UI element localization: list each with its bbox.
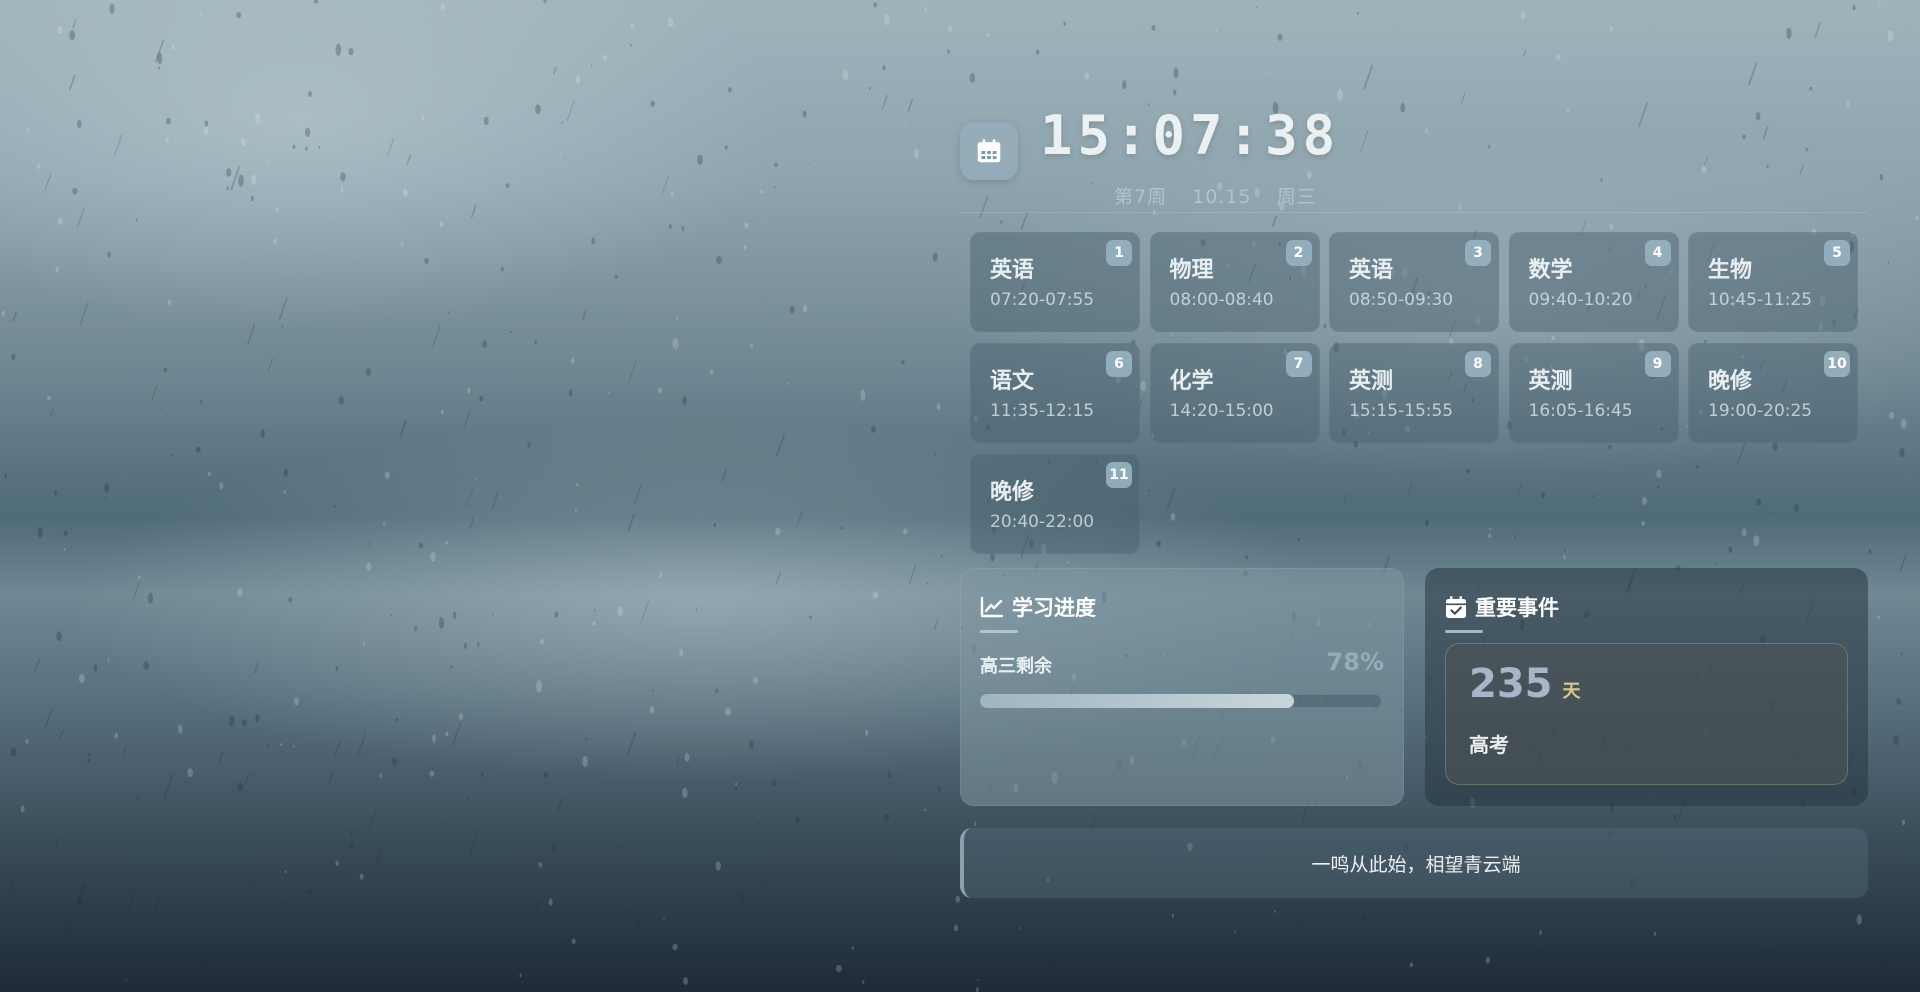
date-text: 10.15 — [1192, 186, 1252, 208]
events-card-title: 重要事件 — [1475, 596, 1559, 620]
line-chart-icon — [980, 596, 1004, 618]
calendar-icon — [977, 139, 1001, 163]
class-time: 10:45-11:25 — [1708, 290, 1813, 310]
class-time: 07:20-07:55 — [990, 290, 1095, 310]
class-index-badge: 8 — [1465, 351, 1491, 377]
class-index-badge: 4 — [1644, 240, 1671, 266]
class-subject: 晚修 — [1708, 369, 1753, 394]
class-card[interactable]: 英语 08:50-09:30 3 — [1329, 232, 1499, 332]
class-subject: 英语 — [1349, 258, 1394, 283]
class-subject: 英测 — [1528, 369, 1573, 394]
week-number: 第7周 — [1114, 186, 1168, 208]
class-card[interactable]: 物理 08:00-08:40 2 — [1149, 232, 1320, 332]
class-subject: 晚修 — [990, 480, 1035, 505]
class-index-badge: 3 — [1465, 240, 1491, 266]
class-subject: 英测 — [1349, 369, 1394, 394]
class-card[interactable]: 语文 11:35-12:15 6 — [970, 343, 1140, 443]
class-subject: 语文 — [990, 369, 1035, 394]
class-time: 16:05-16:45 — [1528, 401, 1633, 421]
desktop-background: 15:07:38 第7周 10.15 周三 英语 07:20-07:55 1 物… — [0, 0, 1920, 992]
class-time: 11:35-12:15 — [990, 401, 1095, 421]
calendar-check-icon — [1446, 596, 1466, 618]
class-index-badge: 9 — [1644, 351, 1671, 377]
header-divider — [958, 212, 1868, 213]
class-card[interactable]: 晚修 19:00-20:25 10 — [1688, 343, 1858, 443]
class-card[interactable]: 英测 15:15-15:55 8 — [1329, 343, 1499, 443]
class-time: 15:15-15:55 — [1349, 401, 1454, 421]
motto-bar: 一鸣从此始，相望青云端 — [960, 828, 1868, 898]
event-countdown: 235 天 — [1469, 661, 1581, 707]
calendar-button[interactable] — [960, 122, 1018, 180]
class-time: 14:20-15:00 — [1169, 401, 1274, 421]
event-days-unit: 天 — [1562, 681, 1581, 702]
progress-card-title: 学习进度 — [1012, 596, 1096, 620]
progress-percent: 78% — [1326, 648, 1384, 676]
class-index-badge: 6 — [1106, 351, 1132, 377]
class-subject: 英语 — [990, 258, 1035, 283]
events-card-header: 重要事件 — [1445, 592, 1559, 622]
class-index-badge: 10 — [1824, 351, 1850, 377]
date-line: 第7周 10.15 周三 — [1114, 182, 1335, 209]
clock-time: 15:07:38 — [1040, 104, 1341, 167]
events-title-underline — [1445, 630, 1483, 633]
progress-bar-fill — [980, 694, 1294, 708]
progress-title-underline — [980, 630, 1018, 633]
class-index-badge: 7 — [1285, 351, 1312, 377]
class-subject: 数学 — [1528, 258, 1573, 283]
important-events-card: 重要事件 235 天 高考 — [1425, 568, 1868, 806]
class-card[interactable]: 晚修 20:40-22:00 11 — [970, 454, 1140, 554]
class-index-badge: 11 — [1106, 462, 1132, 488]
class-card[interactable]: 数学 09:40-10:20 4 — [1508, 232, 1679, 332]
class-time: 20:40-22:00 — [990, 512, 1095, 532]
class-time: 08:00-08:40 — [1169, 290, 1274, 310]
class-card[interactable]: 化学 14:20-15:00 7 — [1149, 343, 1320, 443]
study-progress-card: 学习进度 高三剩余 78% — [960, 568, 1404, 806]
event-countdown-item[interactable]: 235 天 高考 — [1445, 643, 1848, 785]
event-days-count: 235 — [1469, 661, 1553, 707]
class-index-badge: 5 — [1824, 240, 1850, 266]
event-name: 高考 — [1469, 733, 1509, 757]
progress-label: 高三剩余 — [980, 656, 1052, 677]
class-time: 09:40-10:20 — [1528, 290, 1633, 310]
motto-text: 一鸣从此始，相望青云端 — [1311, 853, 1521, 876]
progress-card-header: 学习进度 — [980, 592, 1096, 622]
weekday-text: 周三 — [1276, 186, 1317, 208]
widget-panel: 15:07:38 第7周 10.15 周三 英语 07:20-07:55 1 物… — [958, 100, 1868, 910]
class-index-badge: 2 — [1285, 240, 1312, 266]
class-card[interactable]: 英测 16:05-16:45 9 — [1508, 343, 1679, 443]
class-subject: 生物 — [1708, 258, 1753, 283]
class-time: 08:50-09:30 — [1349, 290, 1454, 310]
progress-bar-track — [980, 694, 1382, 708]
class-card[interactable]: 生物 10:45-11:25 5 — [1688, 232, 1858, 332]
class-subject: 化学 — [1169, 369, 1214, 394]
class-subject: 物理 — [1169, 258, 1214, 283]
class-time: 19:00-20:25 — [1708, 401, 1813, 421]
class-card[interactable]: 英语 07:20-07:55 1 — [970, 232, 1140, 332]
class-index-badge: 1 — [1106, 240, 1132, 266]
class-schedule-grid: 英语 07:20-07:55 1 物理 08:00-08:40 2 英语 08:… — [970, 232, 1860, 554]
